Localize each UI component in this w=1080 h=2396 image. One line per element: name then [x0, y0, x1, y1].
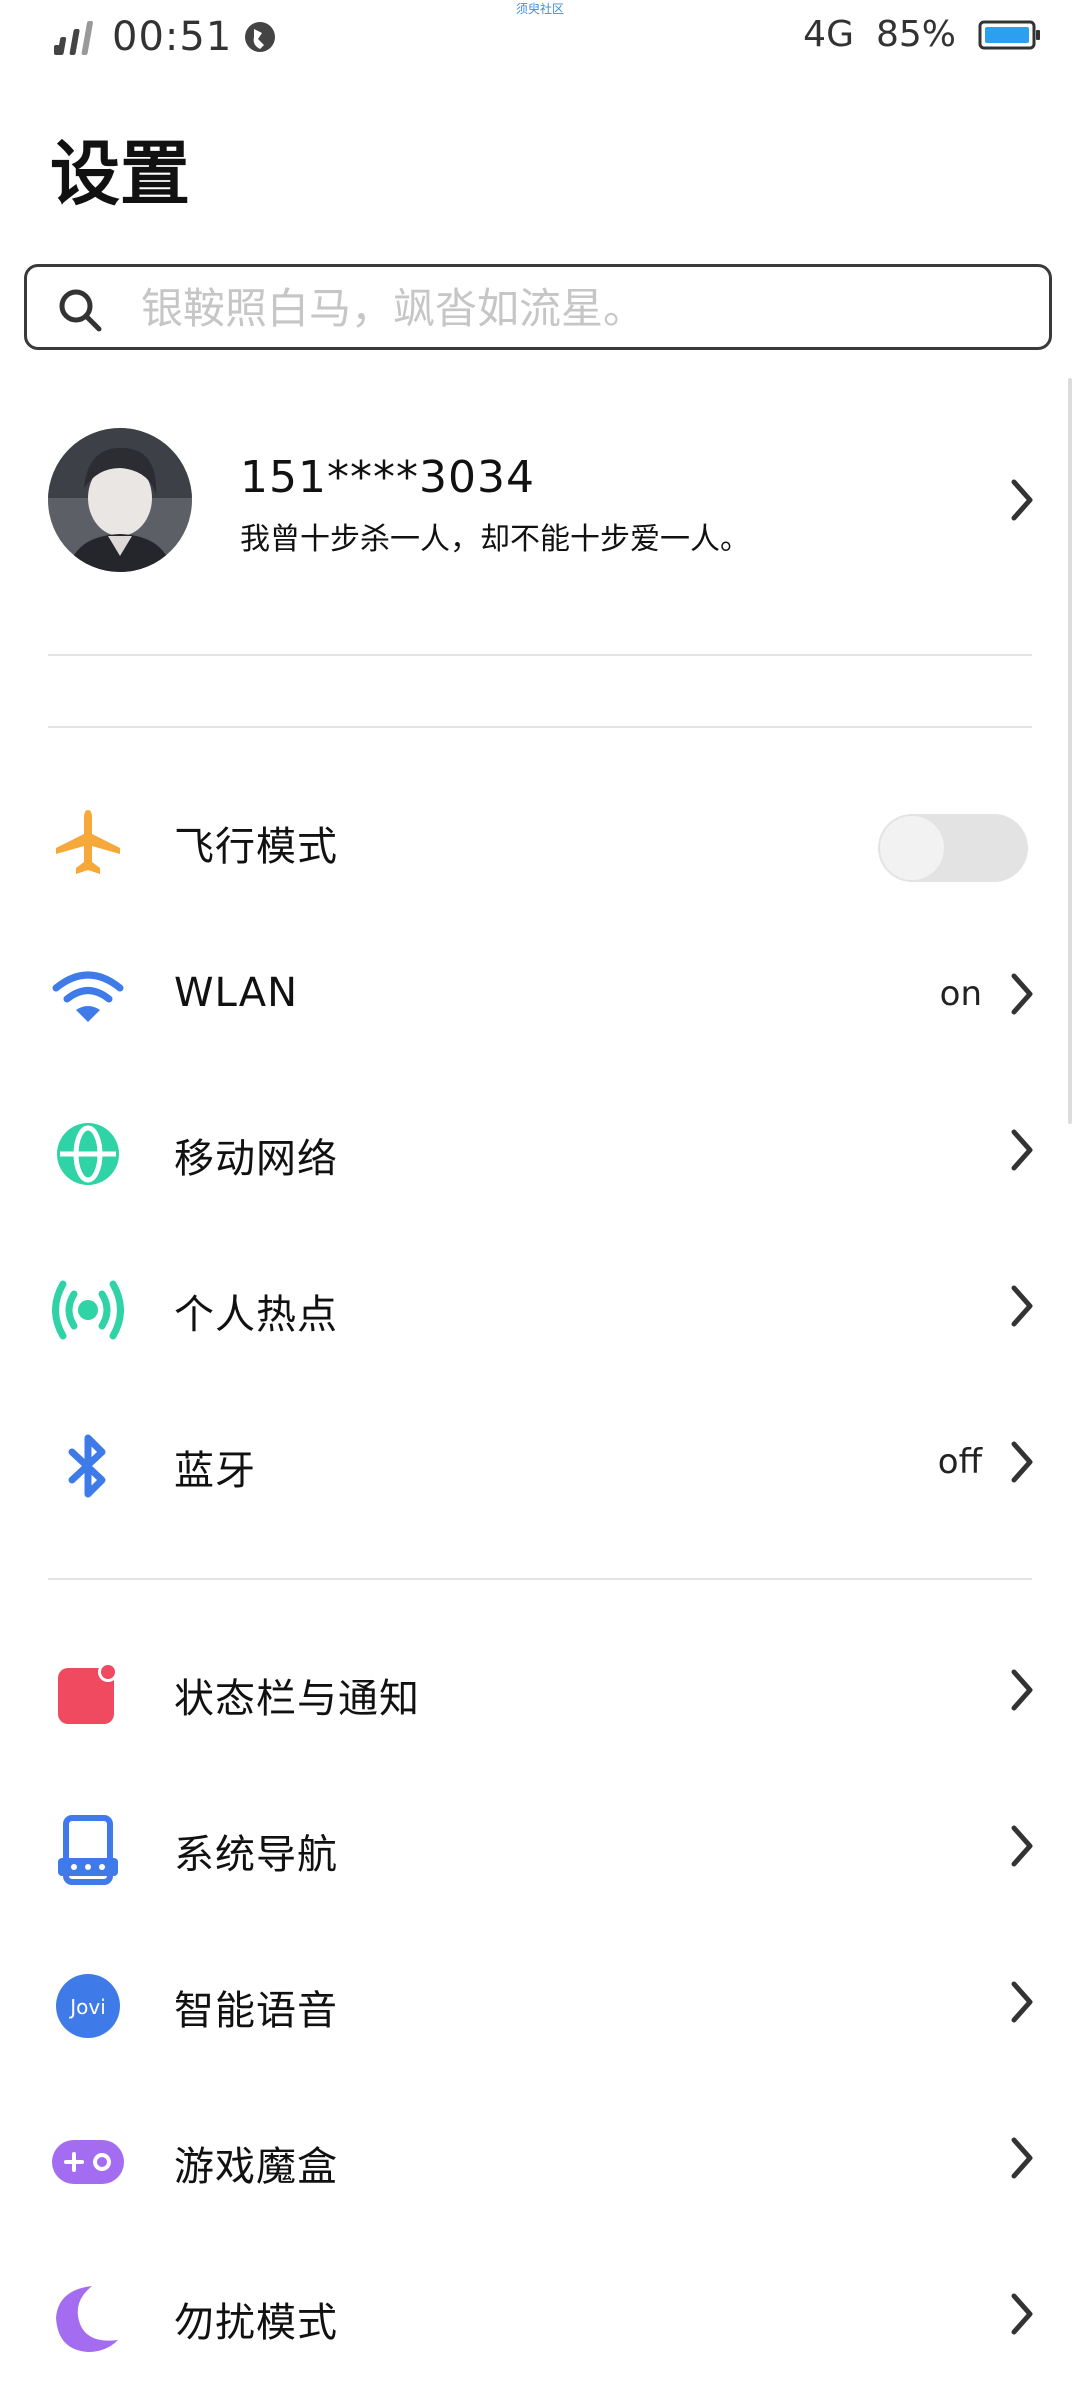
search-input[interactable] — [139, 267, 1023, 349]
setting-label: WLAN — [174, 970, 299, 1016]
jovi-icon: Jovi — [52, 1970, 124, 2042]
battery-percent: 85% — [875, 14, 956, 55]
bluetooth-icon — [52, 1430, 124, 1502]
profile-motto: 我曾十步杀一人，却不能十步爱一人。 — [240, 522, 750, 557]
battery-icon — [978, 20, 1040, 49]
signal-icon — [54, 21, 93, 55]
status-bar: 须臾社区 00:51 4G 85% — [0, 0, 1080, 80]
setting-wlan[interactable]: WLAN on — [0, 920, 1080, 1076]
scrollbar[interactable] — [1068, 378, 1072, 1124]
setting-label: 系统导航 — [174, 1832, 338, 1878]
chevron-right-icon — [1011, 1129, 1033, 1171]
status-time: 00:51 — [112, 14, 233, 60]
setting-label: 状态栏与通知 — [174, 1676, 420, 1722]
notification-icon — [52, 1658, 124, 1730]
status-right: 4G 85% — [803, 14, 1042, 55]
chevron-right-icon — [1011, 1285, 1033, 1327]
setting-label: 飞行模式 — [174, 824, 338, 870]
chevron-right-icon — [1011, 1981, 1033, 2023]
hotspot-icon — [52, 1274, 124, 1346]
navigation-icon — [52, 1814, 124, 1886]
gamepad-icon — [52, 2126, 124, 2198]
chevron-right-icon — [1011, 1825, 1033, 1867]
setting-smart-voice[interactable]: Jovi 智能语音 — [0, 1928, 1080, 2084]
bluetooth-status: off — [937, 1442, 982, 1482]
setting-game-box[interactable]: 游戏魔盒 — [0, 2084, 1080, 2240]
network-type: 4G — [803, 14, 854, 55]
setting-label: 智能语音 — [174, 1988, 338, 2034]
search-bar[interactable] — [24, 264, 1052, 350]
setting-label: 蓝牙 — [174, 1448, 256, 1494]
setting-label: 移动网络 — [174, 1136, 338, 1182]
chevron-right-icon — [1011, 479, 1033, 521]
setting-airplane-mode[interactable]: 飞行模式 — [0, 764, 1080, 920]
moon-icon — [52, 2282, 124, 2354]
search-icon — [59, 289, 102, 332]
vpn-icon — [245, 22, 276, 52]
chevron-right-icon — [1011, 2137, 1033, 2179]
setting-bluetooth[interactable]: 蓝牙 off — [0, 1388, 1080, 1544]
airplane-toggle[interactable] — [878, 814, 1028, 882]
chevron-right-icon — [1011, 1669, 1033, 1711]
wlan-status: on — [939, 974, 982, 1014]
setting-mobile-network[interactable]: 移动网络 — [0, 1076, 1080, 1232]
globe-icon — [52, 1118, 124, 1190]
setting-label: 勿扰模式 — [174, 2300, 338, 2346]
divider — [48, 726, 1032, 728]
airplane-icon — [52, 806, 124, 878]
page-title: 设置 — [50, 133, 190, 215]
avatar — [48, 428, 192, 572]
status-left: 00:51 — [52, 14, 278, 60]
setting-status-bar-notifications[interactable]: 状态栏与通知 — [0, 1616, 1080, 1772]
setting-label: 个人热点 — [174, 1292, 338, 1338]
chevron-right-icon — [1011, 1441, 1033, 1483]
divider — [48, 654, 1032, 656]
chevron-right-icon — [1011, 973, 1033, 1015]
svg-text:Jovi: Jovi — [68, 1995, 106, 2019]
divider — [48, 1578, 1032, 1580]
wifi-icon — [52, 962, 124, 1034]
setting-hotspot[interactable]: 个人热点 — [0, 1232, 1080, 1388]
setting-label: 游戏魔盒 — [174, 2144, 338, 2190]
setting-system-navigation[interactable]: 系统导航 — [0, 1772, 1080, 1928]
account-profile[interactable]: 151****3034 我曾十步杀一人，却不能十步爱一人。 — [0, 420, 1080, 580]
chevron-right-icon — [1011, 2293, 1033, 2335]
toggle-knob — [880, 816, 944, 880]
profile-name: 151****3034 — [240, 452, 535, 503]
setting-do-not-disturb[interactable]: 勿扰模式 — [0, 2240, 1080, 2396]
